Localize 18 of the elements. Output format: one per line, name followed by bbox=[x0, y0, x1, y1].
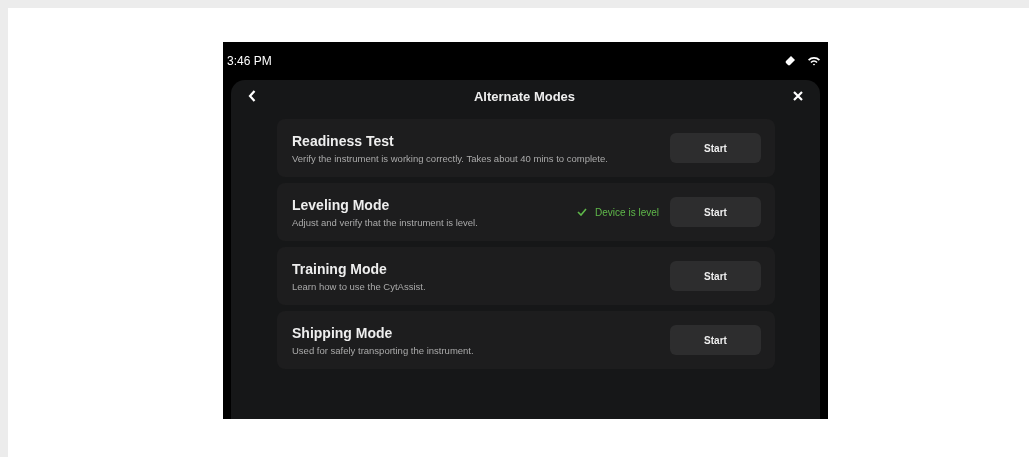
start-button[interactable]: Start bbox=[670, 133, 761, 163]
start-button[interactable]: Start bbox=[670, 325, 761, 355]
dialog-title: Alternate Modes bbox=[473, 88, 576, 104]
mode-description: Learn how to use the CytAssist. bbox=[292, 280, 427, 292]
mode-description: Verify the instrument is working correctly. Takes about 40 mins to complete. bbox=[292, 152, 609, 164]
usb-drive-icon bbox=[784, 55, 796, 67]
mode-title: Readiness Test bbox=[292, 132, 395, 149]
start-button[interactable]: Start bbox=[670, 197, 761, 227]
mode-description: Used for safely transporting the instrument. bbox=[292, 344, 475, 356]
status-time: 3:46 PM bbox=[227, 54, 272, 68]
wifi-icon bbox=[808, 56, 820, 66]
mode-title: Leveling Mode bbox=[292, 196, 391, 213]
mode-title: Shipping Mode bbox=[292, 324, 394, 341]
level-status: Device is level bbox=[595, 206, 659, 218]
mode-title: Training Mode bbox=[292, 260, 388, 277]
check-icon bbox=[577, 208, 588, 216]
start-button[interactable]: Start bbox=[670, 261, 761, 291]
mode-description: Adjust and verify that the instrument is level. bbox=[292, 216, 479, 228]
